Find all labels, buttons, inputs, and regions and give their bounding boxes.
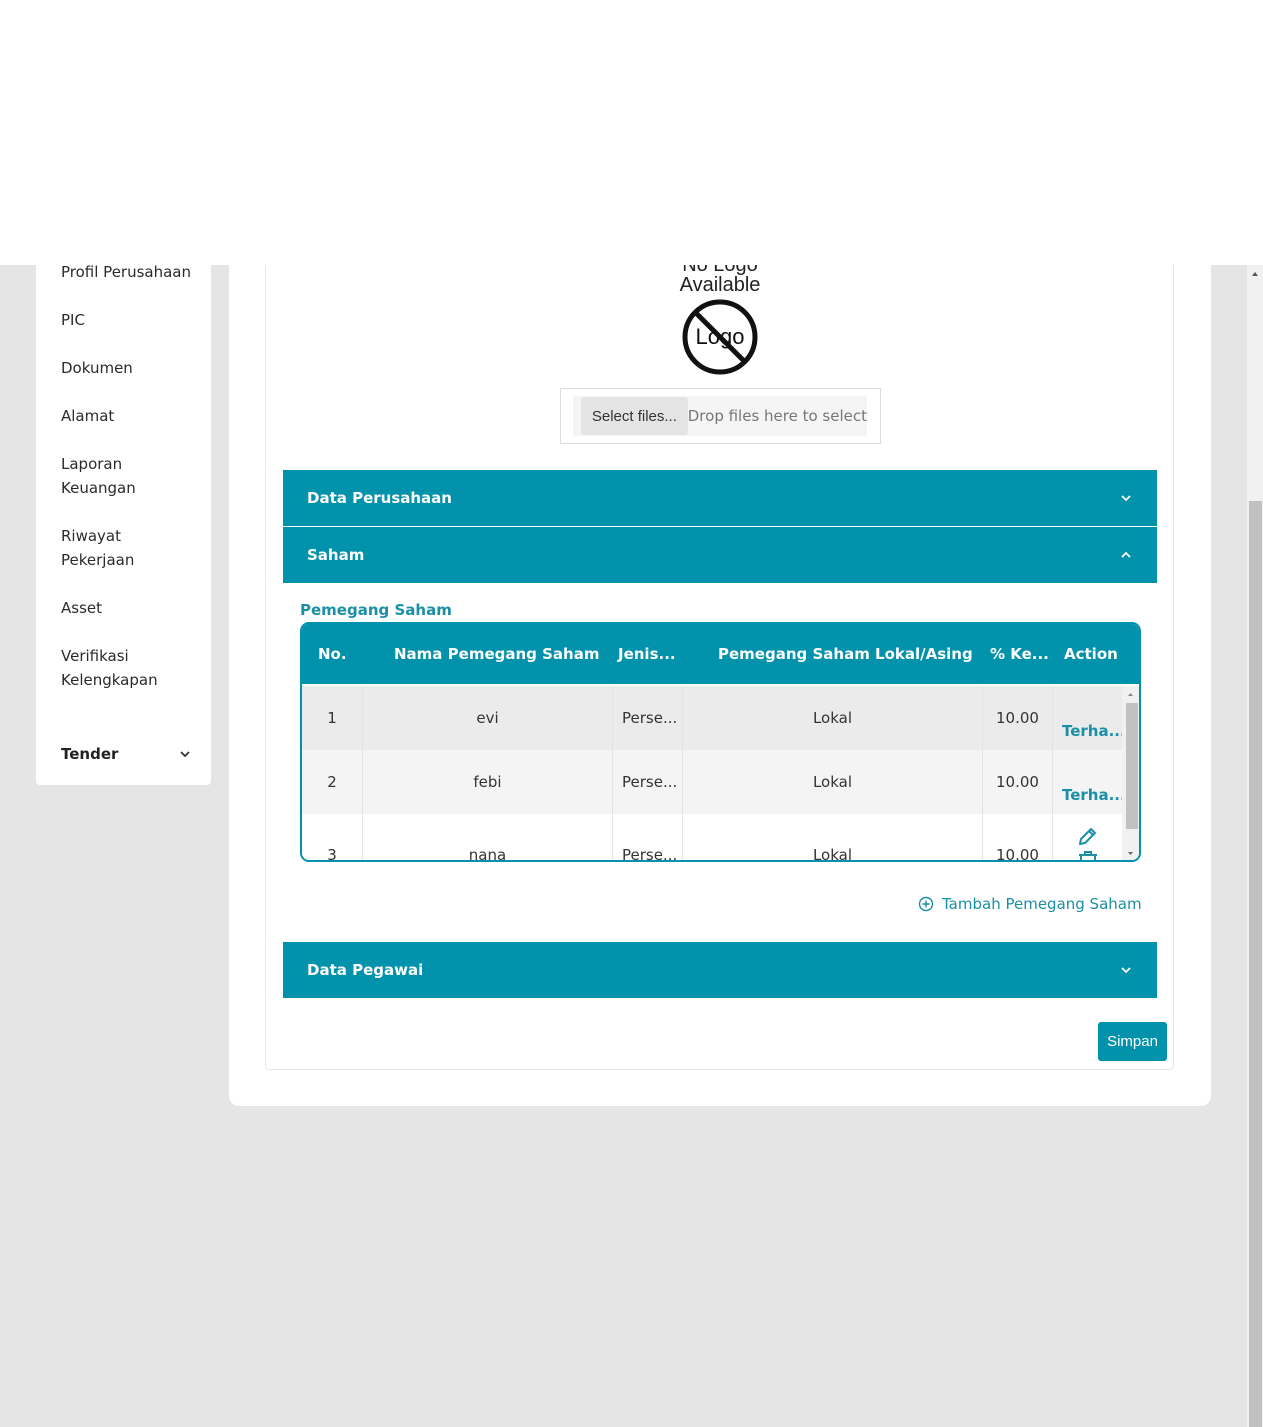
add-pemegang-saham-button[interactable]: Tambah Pemegang Saham bbox=[918, 895, 1142, 913]
column-header-action: Action bbox=[1064, 645, 1118, 663]
column-header-no[interactable]: No. bbox=[318, 624, 347, 684]
chevron-down-icon bbox=[180, 751, 190, 758]
cell-persen: 10.00 bbox=[983, 814, 1053, 860]
sidebar-item-verifikasi-kelengkapan[interactable]: Verifikasi Kelengkapan bbox=[61, 644, 161, 692]
page-scroll-thumb[interactable] bbox=[1249, 501, 1262, 1427]
company-profile-form: No Logo Available Logo Select files... D… bbox=[265, 265, 1174, 1070]
pemegang-saham-table: No. Nama Pemegang Saham Jenis... Pemegan… bbox=[300, 622, 1141, 862]
chevron-up-icon bbox=[1121, 551, 1131, 558]
cell-lokal-asing: Lokal bbox=[683, 814, 983, 860]
chevron-down-icon bbox=[1121, 967, 1131, 974]
sidebar-item-tender[interactable]: Tender bbox=[61, 745, 191, 763]
scroll-down-arrow-icon[interactable] bbox=[1122, 848, 1139, 860]
sidebar-item-laporan-keuangan[interactable]: Laporan Keuangan bbox=[61, 452, 151, 500]
cell-lokal-asing: Lokal bbox=[683, 686, 983, 750]
sidebar-item-dokumen[interactable]: Dokumen bbox=[61, 356, 201, 380]
cell-nama: nana bbox=[363, 814, 613, 860]
panel-data-perusahaan[interactable]: Data Perusahaan bbox=[283, 470, 1157, 526]
cell-nama: evi bbox=[363, 686, 613, 750]
sidebar-tender-label: Tender bbox=[61, 745, 119, 763]
page-scrollbar[interactable] bbox=[1247, 265, 1263, 1427]
panel-data-pegawai[interactable]: Data Pegawai bbox=[283, 942, 1157, 998]
trash-icon[interactable] bbox=[1076, 850, 1100, 862]
save-button[interactable]: Simpan bbox=[1098, 1022, 1167, 1061]
action-terhapus-link[interactable]: Terha... bbox=[1062, 786, 1122, 804]
cell-action: Terha... bbox=[1053, 750, 1122, 814]
add-pemegang-saham-label: Tambah Pemegang Saham bbox=[942, 895, 1142, 913]
cell-lokal-asing: Lokal bbox=[683, 750, 983, 814]
cell-no: 1 bbox=[302, 686, 363, 750]
table-scroll-thumb[interactable] bbox=[1126, 703, 1138, 829]
file-upload: Select files... Drop files here to selec… bbox=[560, 388, 881, 444]
sidebar-item-alamat[interactable]: Alamat bbox=[61, 404, 201, 428]
panel-saham[interactable]: Saham bbox=[283, 527, 1157, 583]
cell-no: 2 bbox=[302, 750, 363, 814]
panel-data-perusahaan-title: Data Perusahaan bbox=[307, 489, 452, 507]
scroll-up-arrow-icon[interactable] bbox=[1247, 267, 1263, 281]
cell-action bbox=[1053, 814, 1122, 862]
table-row: 2 febi Perse... Lokal 10.00 Terha... bbox=[302, 750, 1122, 814]
no-logo-icon: Logo bbox=[682, 299, 758, 375]
pemegang-saham-title: Pemegang Saham bbox=[300, 601, 452, 619]
cell-jenis: Perse... bbox=[613, 686, 683, 750]
table-header: No. Nama Pemegang Saham Jenis... Pemegan… bbox=[302, 624, 1139, 684]
table-row: 1 evi Perse... Lokal 10.00 Terha... bbox=[302, 686, 1122, 750]
drop-files-hint: Drop files here to select bbox=[687, 407, 867, 425]
table-scrollbar[interactable] bbox=[1122, 686, 1139, 860]
cell-persen: 10.00 bbox=[983, 686, 1053, 750]
logo-text-line2: Available bbox=[679, 274, 761, 296]
sidebar: Profil Perusahaan PIC Dokumen Alamat Lap… bbox=[36, 265, 211, 785]
panel-data-pegawai-title: Data Pegawai bbox=[307, 961, 424, 979]
cell-nama: febi bbox=[363, 750, 613, 814]
cell-action: Terha... bbox=[1053, 686, 1122, 750]
main-card: No Logo Available Logo Select files... D… bbox=[229, 265, 1211, 1106]
panel-saham-title: Saham bbox=[307, 546, 365, 564]
sidebar-item-pic[interactable]: PIC bbox=[61, 308, 201, 332]
page-viewport: Profil Perusahaan PIC Dokumen Alamat Lap… bbox=[0, 265, 1263, 1427]
column-header-persen[interactable]: % Ke... bbox=[990, 624, 1049, 684]
scroll-up-arrow-icon[interactable] bbox=[1122, 688, 1139, 700]
logo-inner-text: Logo bbox=[696, 324, 745, 349]
table-body: 1 evi Perse... Lokal 10.00 Terha... 2 fe… bbox=[302, 686, 1122, 862]
company-logo: No Logo Available Logo bbox=[678, 265, 762, 375]
chevron-down-icon bbox=[1121, 495, 1131, 502]
edit-pencil-icon[interactable] bbox=[1076, 824, 1100, 848]
plus-circle-icon bbox=[918, 896, 934, 912]
sidebar-item-asset[interactable]: Asset bbox=[61, 596, 201, 620]
action-terhapus-link[interactable]: Terha... bbox=[1062, 722, 1122, 740]
sidebar-item-profil-perusahaan[interactable]: Profil Perusahaan bbox=[61, 265, 201, 284]
file-dropzone[interactable]: Select files... Drop files here to selec… bbox=[573, 396, 867, 436]
column-header-lokal-asing[interactable]: Pemegang Saham Lokal/Asing bbox=[718, 624, 973, 684]
select-files-button[interactable]: Select files... bbox=[581, 397, 688, 435]
cell-persen: 10.00 bbox=[983, 750, 1053, 814]
sidebar-item-riwayat-pekerjaan[interactable]: Riwayat Pekerjaan bbox=[61, 524, 151, 572]
cell-jenis: Perse... bbox=[613, 750, 683, 814]
cell-jenis: Perse... bbox=[613, 814, 683, 860]
table-row: 3 nana Perse... Lokal 10.00 bbox=[302, 814, 1122, 862]
cell-no: 3 bbox=[302, 814, 363, 860]
column-header-jenis[interactable]: Jenis... bbox=[618, 624, 676, 684]
column-header-nama[interactable]: Nama Pemegang Saham bbox=[394, 624, 599, 684]
